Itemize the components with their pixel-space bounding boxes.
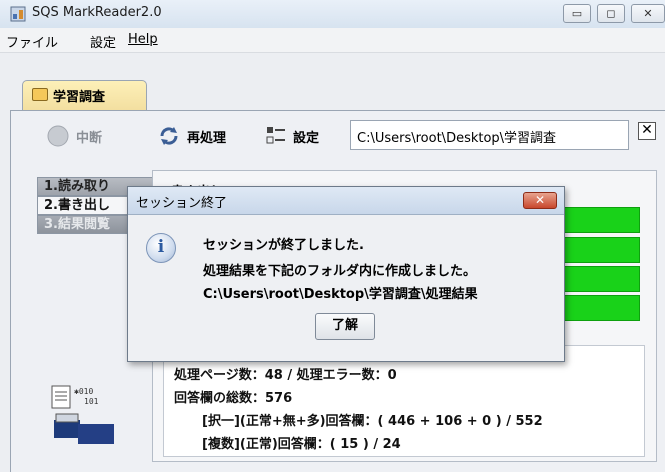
summary-single-choice: [択一](正常+無+多)回答欄：( 446 + 106 + 0 ) / 552 <box>202 414 543 429</box>
menu-settings[interactable]: 設定 <box>90 32 116 51</box>
folder-icon <box>32 88 48 101</box>
summary-pages: 処理ページ数：48 / 処理エラー数：0 <box>174 368 397 383</box>
ok-button[interactable]: 了解 <box>315 313 375 340</box>
settings-label: 設定 <box>293 130 320 146</box>
maximize-icon: ◻ <box>606 7 616 20</box>
minimize-button[interactable]: ▭ <box>563 4 591 23</box>
close-panel-button[interactable]: ✕ <box>638 122 656 140</box>
settings-icon <box>266 127 285 144</box>
summary-total-fields: 回答欄の総数：576 <box>174 391 293 406</box>
dialog-title-bar[interactable]: セッション終了 ✕ <box>128 187 564 215</box>
close-icon: ✕ <box>643 7 653 20</box>
main-window: SQS MarkReader2.0 ▭ ◻ ✕ ファイル 設定 Help 学習調… <box>0 0 665 472</box>
svg-text:✱010: ✱010 <box>74 387 93 396</box>
info-icon: i <box>146 233 176 263</box>
title-bar[interactable]: SQS MarkReader2.0 ▭ ◻ ✕ <box>0 0 665 29</box>
stop-label: 中断 <box>76 130 103 146</box>
menu-help[interactable]: Help <box>128 32 158 47</box>
maximize-button[interactable]: ◻ <box>597 4 625 23</box>
dialog-close-button[interactable]: ✕ <box>523 192 557 209</box>
minimize-icon: ▭ <box>571 7 583 20</box>
stop-icon <box>47 125 69 147</box>
window-title: SQS MarkReader2.0 <box>32 5 162 20</box>
close-icon: ✕ <box>641 122 653 138</box>
dialog-path: C:\Users\root\Desktop\学習調査\処理結果 <box>203 287 478 302</box>
refresh-icon <box>160 127 178 145</box>
settings-button[interactable]: 設定 <box>265 121 319 151</box>
stop-button[interactable]: 中断 <box>46 121 102 151</box>
close-window-button[interactable]: ✕ <box>631 4 665 23</box>
svg-text:101: 101 <box>84 397 99 406</box>
summary-multi-choice: [複数](正常)回答欄：( 15 ) / 24 <box>202 437 401 452</box>
dialog-message-1: セッションが終了しました. <box>203 238 364 253</box>
session-end-dialog: セッション終了 ✕ i セッションが終了しました. 処理結果を下記のフォルダ内に… <box>127 186 565 362</box>
dialog-title: セッション終了 <box>136 196 228 211</box>
app-icon <box>10 6 26 22</box>
reprocess-label: 再処理 <box>187 130 227 146</box>
menu-file[interactable]: ファイル <box>6 32 58 51</box>
dialog-message-2: 処理結果を下記のフォルダ内に作成しました。 <box>203 264 477 279</box>
menu-bar: ファイル 設定 Help <box>0 28 665 53</box>
folder-path-field[interactable]: C:\Users\root\Desktop\学習調査 <box>350 120 629 150</box>
tab-label: 学習調査 <box>53 90 106 105</box>
scanner-illustration-icon: ✱010 101 <box>51 385 114 444</box>
close-icon: ✕ <box>534 193 546 207</box>
reprocess-button[interactable]: 再処理 <box>157 121 226 151</box>
tab-study-survey[interactable]: 学習調査 <box>22 80 147 110</box>
